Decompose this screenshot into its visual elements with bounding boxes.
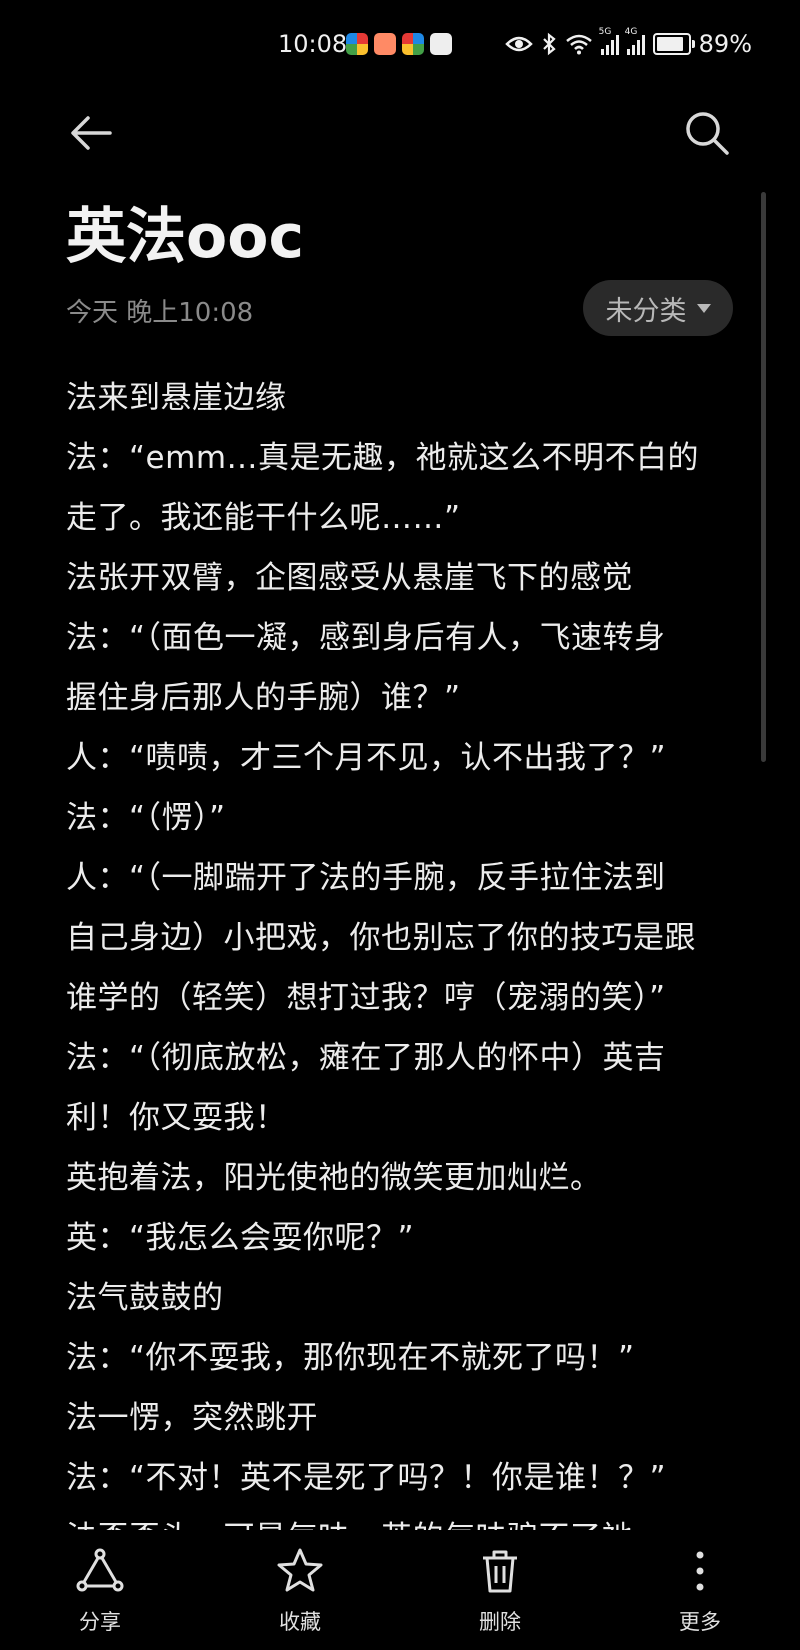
search-icon — [686, 112, 729, 155]
trash-icon — [483, 1550, 517, 1593]
app-notification-icon — [346, 33, 368, 55]
more-button[interactable]: 更多 — [600, 1530, 800, 1650]
note-line: 法一愣，突然跳开 — [66, 1400, 318, 1436]
note-line: 握住身后那人的手腕）谁？” — [66, 680, 461, 716]
note-line: 人：“啧啧，才三个月不见，认不出我了？” — [66, 740, 667, 776]
app-notification-icon — [374, 33, 396, 55]
wifi-icon — [565, 34, 592, 55]
battery-level — [656, 37, 683, 51]
scrollbar[interactable] — [761, 192, 766, 762]
note-line: 法：“你不耍我，那你现在不就死了吗！” — [66, 1340, 635, 1376]
note-line: 法：“（面色一凝，感到身后有人，飞速转身 — [66, 620, 666, 656]
signal-icon: 5G — [599, 27, 619, 55]
app-notification-icon — [402, 33, 424, 55]
category-label: 未分类 — [605, 295, 687, 327]
bluetooth-icon — [542, 32, 556, 56]
note-line: 英：“我怎么会耍你呢？” — [66, 1220, 415, 1256]
share-label: 分享 — [79, 1610, 121, 1634]
eye-icon — [504, 36, 533, 52]
more-vertical-icon — [696, 1551, 704, 1591]
note-date: 今天 晚上10:08 — [66, 298, 254, 328]
note-line: 走了。我还能干什么呢……” — [66, 500, 461, 536]
note-line: 自己身边）小把戏，你也别忘了你的技巧是跟 — [66, 920, 696, 956]
app-notification-icon — [430, 33, 452, 55]
favorite-button[interactable]: 收藏 — [200, 1530, 400, 1650]
more-label: 更多 — [679, 1610, 721, 1634]
battery-icon — [652, 33, 695, 55]
star-icon — [277, 1548, 323, 1592]
arrow-left-icon — [71, 116, 112, 150]
category-dropdown[interactable]: 未分类 — [583, 280, 733, 336]
delete-button[interactable]: 删除 — [400, 1530, 600, 1650]
back-button[interactable] — [66, 108, 116, 158]
note-line: 法气鼓鼓的 — [66, 1280, 224, 1316]
network-type-label: 4G — [624, 27, 638, 37]
note-line: 谁学的（轻笑）想打过我？哼（宠溺的笑）” — [66, 980, 666, 1016]
notification-icons — [346, 33, 452, 55]
signal-icon: 4G — [625, 27, 645, 55]
share-button[interactable]: 分享 — [0, 1530, 200, 1650]
note-line: 利！你又耍我！ — [66, 1100, 287, 1136]
battery-percent: 89% — [698, 30, 752, 58]
note-line: 法：“（彻底放松，瘫在了那人的怀中）英吉 — [66, 1040, 666, 1076]
note-title[interactable]: 英法ooc — [66, 200, 304, 274]
note-line: 人：“（一脚踹开了法的手腕，反手拉住法到 — [66, 860, 666, 896]
network-type-label: 5G — [598, 27, 612, 37]
share-icon — [76, 1548, 124, 1592]
note-line: 英抱着法，阳光使祂的微笑更加灿烂。 — [66, 1160, 602, 1196]
note-line: 法：“（愣）” — [66, 800, 226, 836]
note-body[interactable]: 法来到悬崖边缘 法：“emm…真是无趣，祂就这么不明不白的 走了。我还能干什么呢… — [66, 368, 746, 1538]
note-line: 法：“emm…真是无趣，祂就这么不明不白的 — [66, 440, 700, 476]
bottom-toolbar: 分享 收藏 删除 更多 — [0, 1530, 800, 1650]
chevron-down-icon — [696, 303, 711, 313]
status-right: 5G 4G 89% — [504, 27, 752, 58]
note-line: 法张开双臂，企图感受从悬崖飞下的感觉 — [66, 560, 633, 596]
status-time: 10:08 — [278, 30, 348, 58]
status-bar: 10:08 5G 4G 89% — [0, 0, 800, 92]
favorite-label: 收藏 — [279, 1610, 321, 1634]
note-line: 法来到悬崖边缘 — [66, 380, 287, 416]
search-button[interactable] — [682, 108, 732, 158]
note-line: 法：“不对！英不是死了吗？！你是谁！？” — [66, 1460, 667, 1496]
delete-label: 删除 — [479, 1610, 521, 1634]
